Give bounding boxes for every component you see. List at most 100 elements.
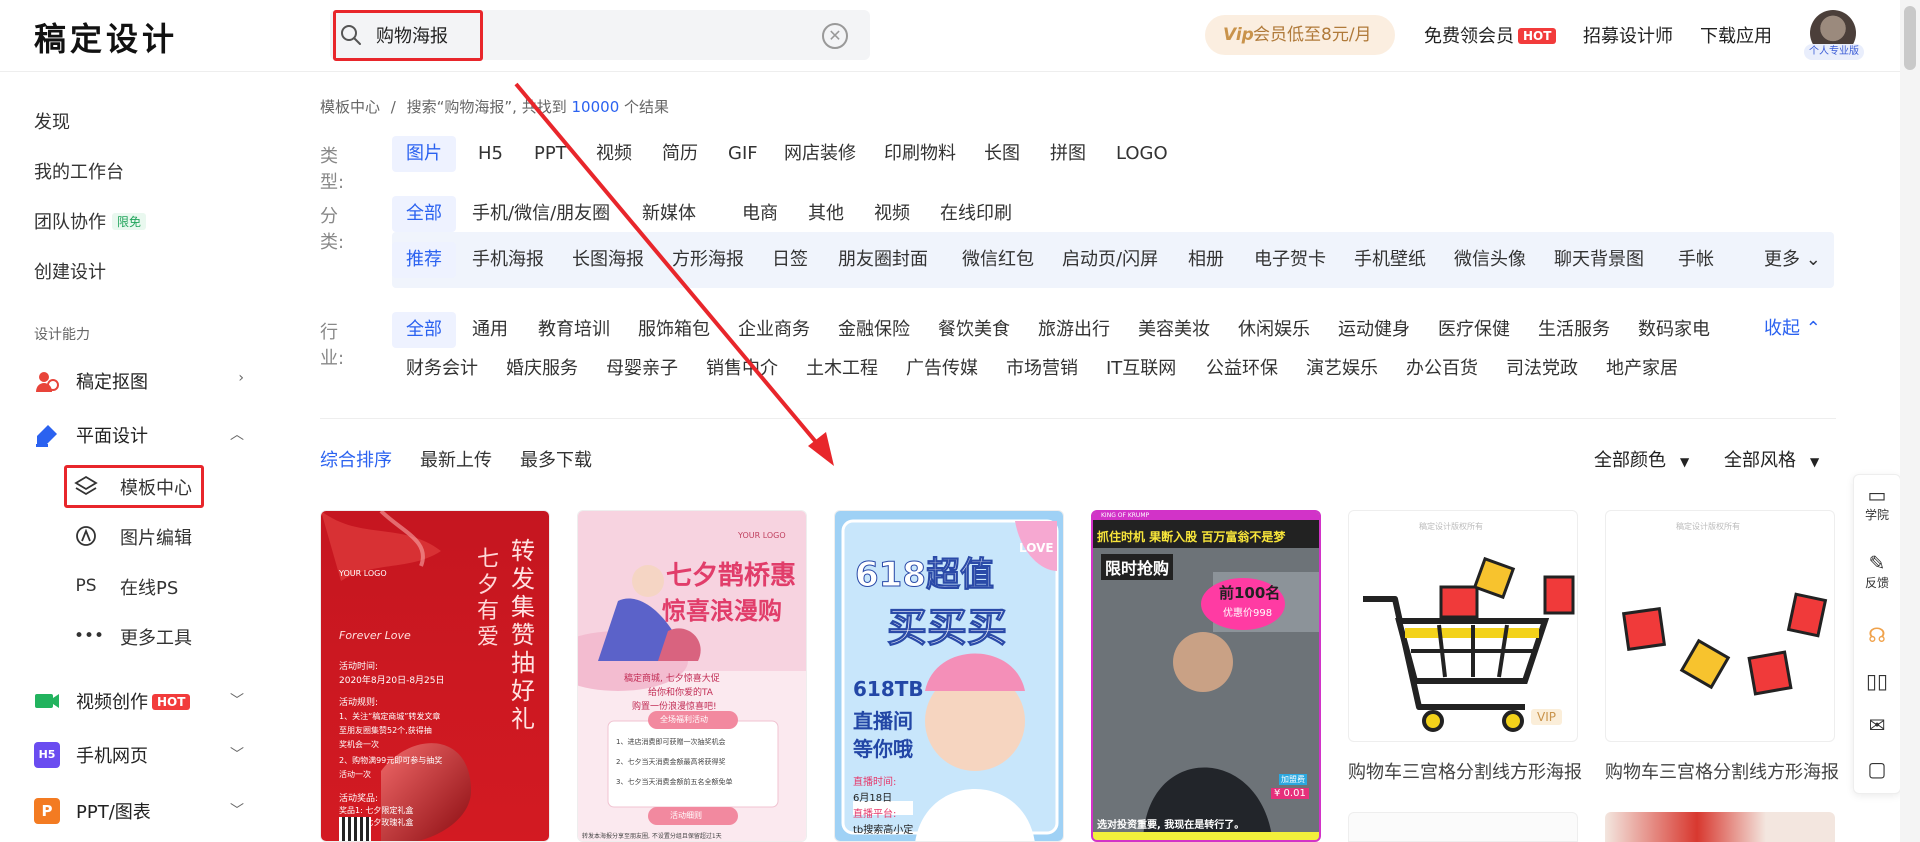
sidebar-item-video[interactable]: 视频创作 HOT ﹀ [34,686,244,716]
subcategory-chip-11[interactable]: 微信头像 [1440,242,1540,278]
type-chip-5[interactable]: GIF [714,136,772,172]
industry-chip-r2-3[interactable]: 销售中介 [692,351,792,387]
sidebar-item-ppt[interactable]: P PPT/图表 ﹀ [34,796,244,826]
subcategory-chip-2[interactable]: 长图海报 [558,242,658,278]
subcategory-chip-5[interactable]: 朋友圈封面 [824,242,942,278]
float-support[interactable]: ☊ [1853,624,1901,646]
float-academy[interactable]: ▭ 学院 [1853,484,1901,523]
type-chip-2[interactable]: PPT [520,136,581,172]
industry-chip-12[interactable]: 生活服务 [1524,312,1624,348]
sidebar-item-mobile-web[interactable]: H5 手机网页 ﹀ [34,740,244,770]
industry-chip-2[interactable]: 教育培训 [524,312,624,348]
subcategory-chip-4[interactable]: 日签 [758,242,822,278]
sidebar-link-discover[interactable]: 发现 [34,108,70,134]
subcategory-chip-13[interactable]: 手帐 [1664,242,1728,278]
sort-newest[interactable]: 最新上传 [420,446,492,472]
industry-chip-r2-12[interactable]: 地产家居 [1592,351,1692,387]
style-filter-dropdown[interactable]: 全部风格 ▼ [1724,446,1819,472]
card5-title[interactable]: 购物车三宫格分割线方形海报 [1348,758,1582,784]
industry-chip-r2-7[interactable]: IT互联网 [1092,351,1190,387]
industry-chip-r2-8[interactable]: 公益环保 [1192,351,1292,387]
sidebar-link-create[interactable]: 创建设计 [34,258,106,284]
category-chip-0[interactable]: 全部 [392,196,456,232]
industry-chip-3[interactable]: 服饰箱包 [624,312,724,348]
recruit-designer-link[interactable]: 招募设计师 [1583,22,1673,48]
sidebar-link-workspace[interactable]: 我的工作台 [34,158,124,184]
subcategory-chip-12[interactable]: 聊天背景图 [1540,242,1658,278]
breadcrumb-root[interactable]: 模板中心 [320,98,380,116]
industry-chip-r2-9[interactable]: 演艺娱乐 [1292,351,1392,387]
page-scrollbar[interactable] [1900,0,1920,842]
industry-chip-r2-10[interactable]: 办公百货 [1392,351,1492,387]
brand-logo[interactable]: 稿定设计 [34,14,178,60]
template-card-invest[interactable]: KING OF KRUMP 抓住时机 果断入股 百万富翁不是梦 限时抢购 前10… [1091,510,1321,842]
type-chip-7[interactable]: 印刷物料 [870,136,970,172]
industry-chip-11[interactable]: 医疗保健 [1424,312,1524,348]
sidebar-item-cutout[interactable]: 稿定抠图 › [34,366,244,396]
industry-chip-10[interactable]: 运动健身 [1324,312,1424,348]
download-app-link[interactable]: 下载应用 [1700,22,1772,48]
subcategory-chip-0[interactable]: 推荐 [392,242,456,278]
sidebar-sub-online-ps[interactable]: PS 在线PS [74,572,224,602]
template-card-618[interactable]: 618超值 买买买 LOVE 618TB 直播间 等你哦 直播时间: 6月18日… [834,510,1064,842]
type-chip-9[interactable]: 拼图 [1036,136,1100,172]
subcategory-chip-6[interactable]: 微信红包 [948,242,1048,278]
sidebar-sub-image-edit[interactable]: 图片编辑 [74,522,224,552]
type-chip-4[interactable]: 简历 [648,136,712,172]
template-card-cart-2[interactable]: 稿定设计版权所有 [1605,510,1835,742]
industry-chip-4[interactable]: 企业商务 [724,312,824,348]
industry-chip-7[interactable]: 旅游出行 [1024,312,1124,348]
template-card-qixi-red[interactable]: YOUR LOGO Forever Love 七夕有爱 转发集赞抽好礼 活动时间… [320,510,550,842]
color-filter-dropdown[interactable]: 全部颜色 ▼ [1594,446,1689,472]
subcategory-chip-9[interactable]: 电子贺卡 [1240,242,1340,278]
subcategory-chip-3[interactable]: 方形海报 [658,242,758,278]
card8-peek[interactable] [1605,812,1835,842]
industry-chip-6[interactable]: 餐饮美食 [924,312,1024,348]
float-mail[interactable]: ✉ [1853,714,1901,736]
float-compare[interactable]: ▯▯ [1853,670,1901,692]
category-chip-2[interactable]: 新媒体 [628,196,710,232]
industry-chip-5[interactable]: 金融保险 [824,312,924,348]
type-chip-10[interactable]: LOGO [1102,136,1182,172]
free-vip-link[interactable]: 免费领会员 HOT [1424,22,1557,48]
type-chip-3[interactable]: 视频 [582,136,646,172]
sort-comprehensive[interactable]: 综合排序 [320,446,392,472]
sidebar-sub-more-tools[interactable]: ••• 更多工具 [74,622,224,652]
industry-chip-r2-6[interactable]: 市场营销 [992,351,1092,387]
industry-chip-r2-2[interactable]: 母婴亲子 [592,351,692,387]
type-chip-6[interactable]: 网店装修 [770,136,870,172]
subcategory-chip-10[interactable]: 手机壁纸 [1340,242,1440,278]
category-chip-6[interactable]: 在线印刷 [926,196,1026,232]
vip-promo-pill[interactable]: Vip 会员低至8元/月 [1205,15,1395,55]
type-chip-0[interactable]: 图片 [392,136,456,172]
float-chat[interactable]: ▢ [1853,758,1901,780]
clear-circle-icon[interactable]: ✕ [822,23,848,49]
industry-chip-0[interactable]: 全部 [392,312,456,348]
industry-chip-r2-4[interactable]: 土木工程 [792,351,892,387]
sidebar-item-graphic-design[interactable]: 平面设计 ︿ [34,420,244,450]
template-card-cart-1[interactable]: 稿定设计版权所有 VIP [1348,510,1578,742]
subcategory-chip-7[interactable]: 启动页/闪屏 [1048,242,1172,278]
industry-chip-r2-5[interactable]: 广告传媒 [892,351,992,387]
card7-peek[interactable] [1348,812,1578,842]
collapse-industries-button[interactable]: 收起 ⌃ [1750,311,1835,347]
industry-chip-r2-1[interactable]: 婚庆服务 [492,351,592,387]
category-chip-4[interactable]: 其他 [794,196,858,232]
category-chip-1[interactable]: 手机/微信/朋友圈 [458,196,624,232]
industry-chip-13[interactable]: 数码家电 [1624,312,1724,348]
sidebar-link-team[interactable]: 团队协作 限免 [34,208,147,234]
float-feedback[interactable]: ✎ 反馈 [1853,552,1901,591]
scrollbar-thumb[interactable] [1904,6,1916,70]
subcategory-chip-8[interactable]: 相册 [1174,242,1238,278]
type-chip-8[interactable]: 长图 [970,136,1034,172]
industry-chip-8[interactable]: 美容美妆 [1124,312,1224,348]
category-chip-5[interactable]: 视频 [860,196,924,232]
card6-title[interactable]: 购物车三宫格分割线方形海报 [1605,758,1839,784]
subcategory-chip-1[interactable]: 手机海报 [458,242,558,278]
industry-chip-r2-11[interactable]: 司法党政 [1492,351,1592,387]
template-card-qixi-pink[interactable]: YOUR LOGO 七夕鹊桥惠 惊喜浪漫购 稿定商城, 七夕惊喜大促 给你和你爱… [577,510,807,842]
type-chip-1[interactable]: H5 [464,136,517,172]
category-chip-3[interactable]: 电商 [728,196,792,232]
more-subcategories-button[interactable]: 更多 ⌄ [1750,242,1835,278]
industry-chip-9[interactable]: 休闲娱乐 [1224,312,1324,348]
